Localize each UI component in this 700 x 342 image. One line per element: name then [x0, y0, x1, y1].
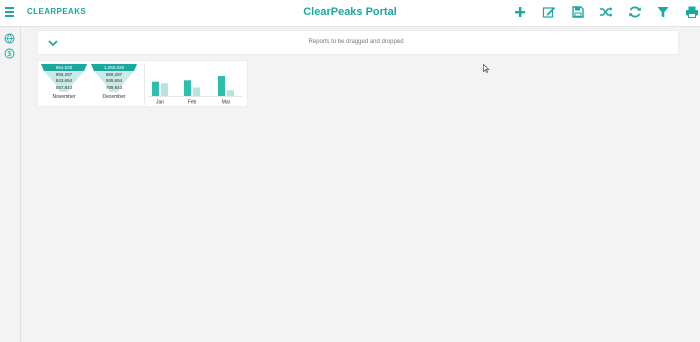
bar: [193, 87, 200, 96]
bar: [227, 90, 234, 96]
globe-icon[interactable]: [4, 33, 15, 44]
hamburger-menu-icon[interactable]: [5, 7, 14, 17]
bar: [161, 83, 168, 96]
edit-icon[interactable]: [541, 4, 557, 20]
x-tick-label: Mar: [222, 100, 231, 106]
save-icon[interactable]: [570, 4, 586, 20]
funnel-value: 567,843: [55, 85, 73, 90]
funnel-value: 856,287: [55, 72, 73, 77]
funnel-value: 869,287: [105, 72, 123, 77]
bar: [152, 81, 159, 96]
page-title: ClearPeaks Portal: [303, 6, 397, 18]
funnel-value: 789,843: [105, 85, 123, 90]
card-divider: [144, 63, 145, 105]
refresh-icon[interactable]: [627, 4, 643, 20]
bar: [184, 80, 191, 96]
plus-icon[interactable]: [512, 4, 528, 20]
funnel-value: 843,694: [55, 78, 73, 83]
bar: [218, 76, 225, 96]
filter-icon[interactable]: [655, 4, 671, 20]
report-drop-panel[interactable]: Reports to be dragged and dropped: [37, 30, 679, 55]
report-card[interactable]: 864,528 856,287 843,694 567,843 November…: [37, 60, 248, 107]
funnel-value: 585,694: [105, 78, 123, 83]
svg-text:$: $: [8, 51, 12, 58]
print-icon[interactable]: [684, 4, 700, 20]
left-sidebar: $: [0, 27, 21, 342]
bar-chart: Jan Feb Mar: [148, 76, 242, 106]
x-tick-label: Jan: [156, 100, 164, 106]
funnel-month-label: November: [52, 94, 76, 100]
brand-logo: CLEARPEAKS: [27, 7, 87, 16]
dollar-icon[interactable]: $: [4, 48, 15, 59]
x-tick-label: Feb: [188, 100, 197, 106]
drop-hint-text: Reports to be dragged and dropped: [308, 39, 404, 45]
mouse-cursor-icon: [483, 64, 490, 73]
funnel-value: 864,528: [55, 65, 73, 70]
shuffle-icon[interactable]: [598, 4, 614, 20]
top-bar: CLEARPEAKS ClearPeaks Portal: [0, 0, 700, 27]
funnel-month-label: December: [102, 94, 126, 100]
funnel-value: 1,066,528: [103, 65, 125, 70]
